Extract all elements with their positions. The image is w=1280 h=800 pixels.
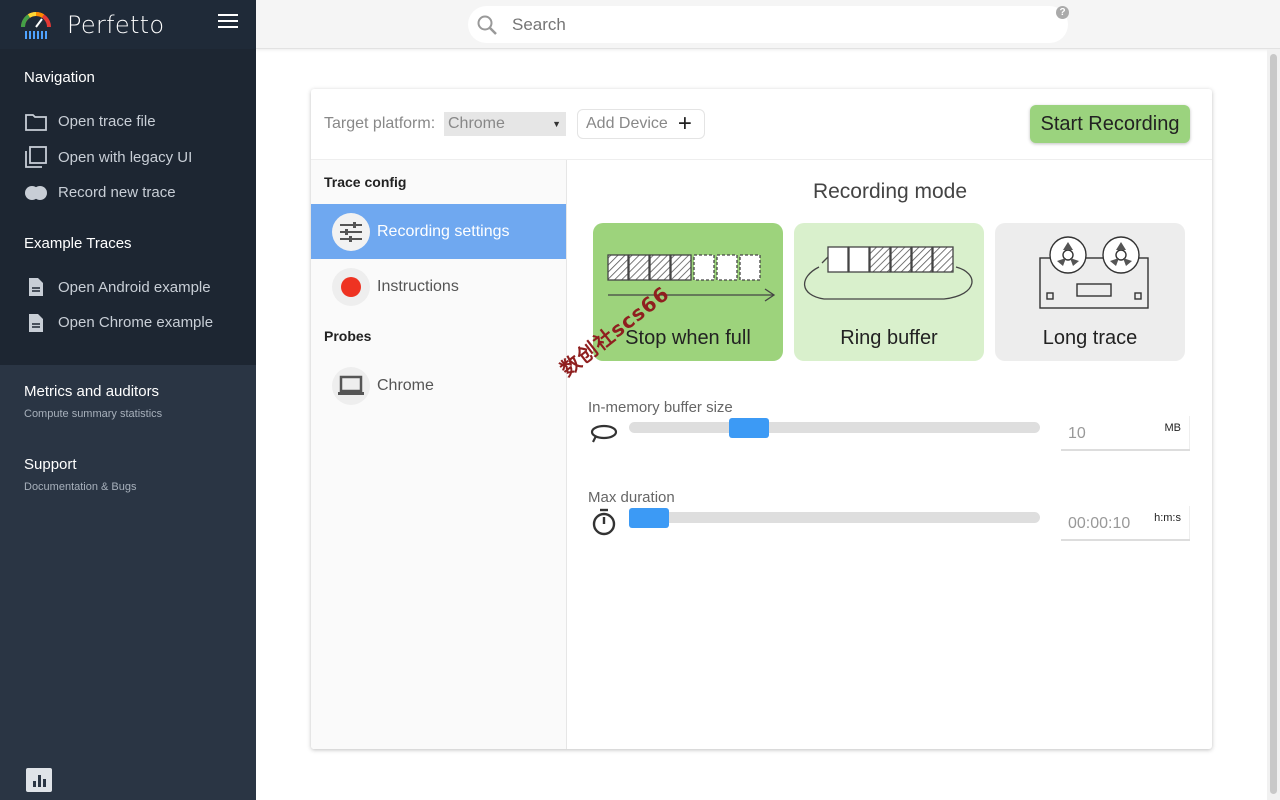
timer-icon bbox=[592, 508, 616, 536]
start-recording-button[interactable]: Start Recording bbox=[1030, 105, 1190, 143]
menu-recording-settings[interactable]: Recording settings bbox=[311, 204, 566, 259]
probes-title: Probes bbox=[324, 328, 372, 344]
max-duration-field[interactable]: 00:00:10 h:m:s bbox=[1061, 506, 1190, 541]
sidebar-item-label: Open Android example bbox=[58, 278, 211, 296]
ring-buffer-small-icon bbox=[590, 424, 618, 443]
buffer-size-slider[interactable] bbox=[629, 418, 1040, 438]
search-input[interactable] bbox=[512, 14, 1012, 35]
buffer-size-label: In-memory buffer size bbox=[588, 399, 733, 416]
stats-icon[interactable] bbox=[26, 768, 52, 792]
max-duration-label: Max duration bbox=[588, 489, 675, 506]
tune-icon bbox=[332, 212, 370, 251]
examples-title: Example Traces bbox=[24, 234, 132, 252]
record-header: Target platform: Chrome ▼ Add Device + S… bbox=[311, 89, 1212, 160]
menu-label: Recording settings bbox=[377, 222, 510, 240]
mode-ring-buffer[interactable]: Ring buffer bbox=[794, 223, 984, 361]
target-platform-value: Chrome bbox=[448, 115, 505, 132]
laptop-icon bbox=[332, 366, 370, 405]
perfetto-logo-icon bbox=[20, 11, 51, 39]
library-icon bbox=[24, 145, 48, 169]
dropdown-caret-icon: ▼ bbox=[552, 119, 561, 129]
record-toggle-icon bbox=[24, 181, 48, 205]
navigation-section: Navigation Open trace file Open with leg… bbox=[0, 49, 256, 221]
navigation-title: Navigation bbox=[24, 69, 95, 86]
max-duration-unit: h:m:s bbox=[1154, 512, 1181, 524]
add-device-button[interactable]: Add Device + bbox=[577, 109, 705, 139]
mode-label: Ring buffer bbox=[840, 327, 938, 349]
sidebar-item-android-example[interactable]: Open Android example bbox=[0, 270, 256, 306]
topbar: ? bbox=[256, 0, 1280, 49]
examples-section: Example Traces Open Android example Open… bbox=[0, 220, 256, 365]
ring-buffer-illustration-icon bbox=[803, 246, 973, 300]
menu-instructions[interactable]: Instructions bbox=[311, 259, 566, 314]
help-icon[interactable]: ? bbox=[1056, 6, 1069, 19]
plus-icon: + bbox=[677, 110, 692, 137]
search-box[interactable] bbox=[468, 6, 1068, 43]
search-icon bbox=[477, 15, 497, 35]
recording-mode-title: Recording mode bbox=[812, 180, 968, 203]
support-subtitle: Documentation & Bugs bbox=[24, 480, 137, 493]
menu-chrome[interactable]: Chrome bbox=[311, 358, 566, 413]
support-section[interactable]: Support Documentation & Bugs bbox=[0, 420, 256, 493]
scrollbar-thumb[interactable] bbox=[1270, 54, 1277, 794]
metrics-title: Metrics and auditors bbox=[24, 382, 160, 400]
app-name: Perfetto bbox=[67, 10, 165, 39]
sidebar: Perfetto Navigation Open trace file Open… bbox=[0, 0, 256, 800]
record-page: Target platform: Chrome ▼ Add Device + S… bbox=[311, 89, 1212, 749]
add-device-label: Add Device bbox=[586, 115, 668, 132]
trace-config-title: Trace config bbox=[324, 174, 407, 190]
mode-long-trace[interactable]: Long trace bbox=[995, 223, 1185, 361]
max-duration-slider[interactable] bbox=[629, 508, 1040, 528]
sidebar-item-open-trace-file[interactable]: Open trace file bbox=[0, 104, 256, 140]
description-icon bbox=[24, 311, 48, 335]
tape-recorder-illustration-icon bbox=[1039, 236, 1149, 309]
max-duration-slider-thumb[interactable] bbox=[629, 508, 669, 528]
target-platform-label: Target platform: bbox=[324, 115, 436, 132]
description-icon bbox=[24, 275, 48, 299]
sidebar-item-label: Open Chrome example bbox=[58, 314, 214, 332]
folder-icon bbox=[24, 110, 48, 134]
buffer-size-unit: MB bbox=[1164, 422, 1182, 434]
menu-label: Chrome bbox=[377, 376, 434, 394]
buffer-size-value[interactable]: 10 bbox=[1068, 425, 1086, 443]
buffer-size-field[interactable]: 10 MB bbox=[1061, 416, 1190, 451]
sidebar-item-open-legacy-ui[interactable]: Open with legacy UI bbox=[0, 140, 256, 176]
target-platform-select[interactable]: Chrome ▼ bbox=[444, 112, 566, 136]
metrics-subtitle: Compute summary statistics bbox=[24, 407, 163, 420]
sidebar-item-label: Record new trace bbox=[58, 184, 176, 202]
record-dot-icon bbox=[332, 267, 370, 306]
sidebar-item-label: Open with legacy UI bbox=[58, 148, 193, 166]
max-duration-value[interactable]: 00:00:10 bbox=[1068, 515, 1130, 533]
metrics-section[interactable]: Metrics and auditors Compute summary sta… bbox=[0, 365, 256, 420]
support-title: Support bbox=[24, 455, 77, 473]
recording-settings-panel: Recording mode Stop when full Ring buffe… bbox=[556, 160, 1212, 749]
buffer-size-slider-thumb[interactable] bbox=[729, 418, 769, 438]
sidebar-item-record-new-trace[interactable]: Record new trace bbox=[0, 175, 256, 211]
sidebar-item-chrome-example[interactable]: Open Chrome example bbox=[0, 305, 256, 341]
record-menu: Trace config Recording settings Instruct… bbox=[311, 160, 567, 749]
mode-label: Long trace bbox=[1042, 327, 1138, 349]
sidebar-header: Perfetto bbox=[0, 0, 256, 49]
menu-icon[interactable] bbox=[218, 14, 238, 30]
scrollbar[interactable] bbox=[1267, 49, 1280, 800]
menu-label: Instructions bbox=[377, 277, 459, 295]
sidebar-item-label: Open trace file bbox=[58, 113, 156, 131]
